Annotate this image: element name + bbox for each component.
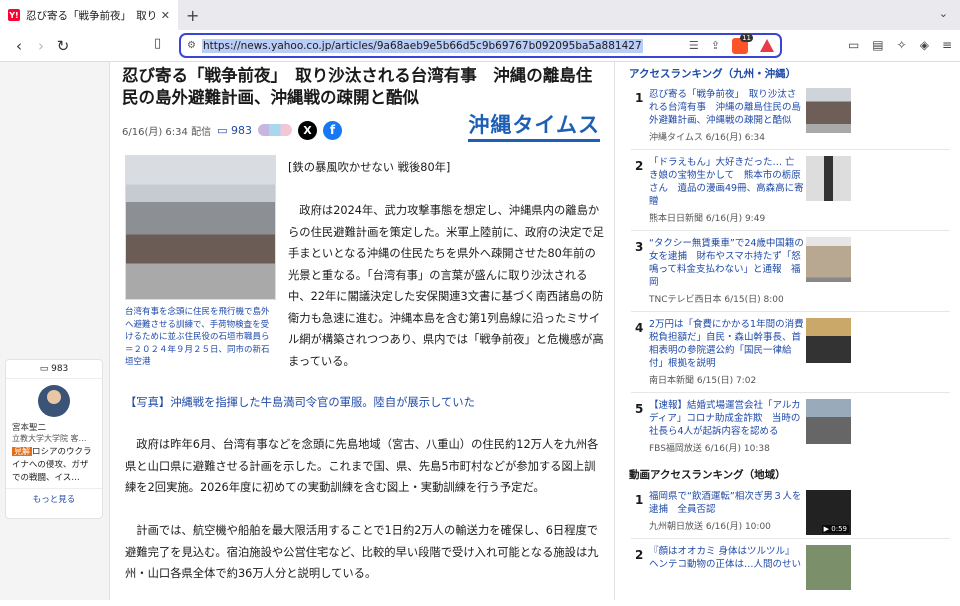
menu-icon[interactable]: ≡: [942, 38, 952, 52]
ranking-item[interactable]: 1 忍び寄る「戦争前夜」 取り沙汰される台湾有事 沖縄の離島住民の島外避難計画、…: [615, 88, 960, 143]
comment-count[interactable]: ▭ 983: [6, 360, 102, 379]
yahoo-favicon-icon: Y!: [8, 9, 20, 21]
brave-rewards-icon[interactable]: [760, 39, 774, 52]
publisher-logo[interactable]: 沖縄タイムス: [468, 109, 600, 142]
video-ranking-title[interactable]: 動画アクセスランキング（地域）: [615, 463, 960, 482]
article: 忍び寄る「戦争前夜」 取り沙汰される台湾有事 沖縄の離島住民の島外避難計画、沖縄…: [122, 62, 604, 580]
reload-button[interactable]: ↻: [52, 37, 74, 55]
facebook-share-icon[interactable]: f: [322, 120, 342, 140]
bookmark-icon[interactable]: ▯: [154, 36, 161, 51]
vpn-icon[interactable]: ◈: [920, 38, 929, 52]
wallet-icon[interactable]: ▤: [872, 38, 883, 52]
browser-toolbar: ‹ › ↻ ▯ ⚙ https://news.yahoo.co.jp/artic…: [0, 30, 960, 62]
page-content: ▭ 983 宮本聖二 立教大学大学院 客… 見解 ロシアのウクライナへの侵攻、ガザ…: [0, 62, 960, 600]
leo-ai-icon[interactable]: ✧: [897, 38, 907, 52]
address-bar[interactable]: ⚙ https://news.yahoo.co.jp/articles/9a68…: [179, 33, 782, 58]
tab-title: 忍び寄る「戦争前夜」 取り沙汰: [26, 9, 155, 22]
close-tab-icon[interactable]: ✕: [161, 9, 170, 22]
tab-menu-chevron-icon[interactable]: ⌄: [939, 7, 948, 20]
brave-shields-icon[interactable]: 11: [732, 33, 753, 54]
video-thumbnail[interactable]: [806, 545, 851, 590]
ranking-item[interactable]: 4 2万円は「食費にかかる1年間の消費税負担額だ」自民・森山幹事長、首相表明の参…: [615, 318, 960, 386]
url-text[interactable]: https://news.yahoo.co.jp/articles/9a68ae…: [201, 38, 643, 53]
new-tab-button[interactable]: +: [186, 6, 199, 25]
ranking-item[interactable]: 2 「ドラえもん」大好きだった… 亡き娘の宝物生かして 熊本市の栃原さん 遺品の…: [615, 156, 960, 224]
article-title: 忍び寄る「戦争前夜」 取り沙汰される台湾有事 沖縄の離島住民の島外避難計画、沖縄…: [122, 66, 593, 107]
video-ranking-item[interactable]: 2 『顔はオオカミ 身体はツルツル』ヘンテコ動物の正体は…人間のせい: [615, 545, 960, 590]
ranking-thumbnail[interactable]: [806, 88, 851, 133]
ranking-item[interactable]: 5 【速報】結婚式場運営会社「アルカディア」コロナ助成金詐欺 当時の社長ら4人が…: [615, 399, 960, 454]
ranking-item[interactable]: 3 “タクシー無賃乗車”で24歳中国籍の女を逮捕 財布やスマホ持たず「怒鳴って料…: [615, 237, 960, 305]
comment-card[interactable]: ▭ 983 宮本聖二 立教大学大学院 客… 見解 ロシアのウクライナへの侵攻、ガザ…: [5, 359, 103, 519]
ranking-thumbnail[interactable]: [806, 318, 851, 363]
reader-mode-icon[interactable]: ☰: [689, 39, 699, 52]
tab-strip: Y! 忍び寄る「戦争前夜」 取り沙汰 ✕ + ⌄: [0, 0, 960, 30]
commenter-name: 宮本聖二: [12, 423, 47, 433]
comment-count-link[interactable]: ▭ 983: [217, 124, 252, 137]
ranking-thumbnail[interactable]: [806, 237, 851, 282]
article-figure: 台湾有事を念頭に住民を飛行機で島外へ避難させる訓練で、手荷物検査を受けるために並…: [125, 155, 276, 369]
share-icon[interactable]: ⇪: [711, 39, 720, 52]
photo-caption: 台湾有事を念頭に住民を飛行機で島外へ避難させる訓練で、手荷物検査を受けるために並…: [125, 307, 270, 367]
forward-button[interactable]: ›: [30, 37, 52, 55]
ranking-title[interactable]: アクセスランキング（九州・沖縄）: [615, 62, 960, 81]
right-sidebar: アクセスランキング（九州・沖縄） 1 忍び寄る「戦争前夜」 取り沙汰される台湾有…: [614, 62, 960, 600]
expert-badge: 見解: [12, 447, 32, 456]
sidebar-icon[interactable]: ▭: [848, 38, 859, 52]
subhead: [鉄の暴風吹かせない 戦後80年]: [288, 161, 451, 174]
article-photo[interactable]: [125, 155, 276, 300]
comment-body: 見解 ロシアのウクライナへの侵攻、ガザでの戦闘、イス…: [12, 447, 92, 483]
paragraph-1: 政府は昨年6月、台湾有事などを念頭に先島地域（宮古、八重山）の住民約12万人を九…: [125, 438, 599, 494]
ranking-thumbnail[interactable]: [806, 399, 851, 444]
video-thumbnail[interactable]: ▶ 0:59: [806, 490, 851, 535]
avatar: [38, 385, 70, 417]
ranking-thumbnail[interactable]: [806, 156, 851, 201]
left-sidebar: ▭ 983 宮本聖二 立教大学大学院 客… 見解 ロシアのウクライナへの侵攻、ガザ…: [0, 62, 110, 600]
article-date: 6/16(月) 6:34 配信: [122, 126, 212, 138]
photo-link[interactable]: 【写真】沖縄戦を指揮した牛島満司令官の軍服。陸自が展示していた: [125, 394, 475, 410]
video-ranking-item[interactable]: 1 福岡県で“飲酒運転”相次ぎ男３人を逮捕 全員否認 九州朝日放送 6/16(月)…: [615, 490, 960, 535]
article-body: 政府は昨年6月、台湾有事などを念頭に先島地域（宮古、八重山）の住民約12万人を九…: [125, 434, 605, 606]
tab-active[interactable]: Y! 忍び寄る「戦争前夜」 取り沙汰 ✕: [0, 0, 178, 30]
commenter-org: 立教大学大学院 客…: [12, 434, 87, 443]
lead-paragraph: 政府は2024年、武力攻撃事態を想定し、沖縄県内の離島からの住民避難計画を策定し…: [288, 204, 604, 368]
see-more-link[interactable]: もっと見る: [6, 488, 102, 509]
back-button[interactable]: ‹: [8, 37, 30, 55]
shield-count: 11: [740, 33, 753, 42]
site-settings-icon[interactable]: ⚙: [187, 40, 196, 51]
x-share-icon[interactable]: X: [297, 120, 317, 140]
video-duration: ▶ 0:59: [821, 525, 849, 533]
article-lead: [鉄の暴風吹かせない 戦後80年] 政府は2024年、武力攻撃事態を想定し、沖縄…: [288, 157, 604, 372]
paragraph-2: 計画では、航空機や船舶を最大限活用することで1日約2万人の輸送力を確保し、6日程…: [125, 524, 599, 580]
reaction-avatars[interactable]: [257, 124, 292, 136]
